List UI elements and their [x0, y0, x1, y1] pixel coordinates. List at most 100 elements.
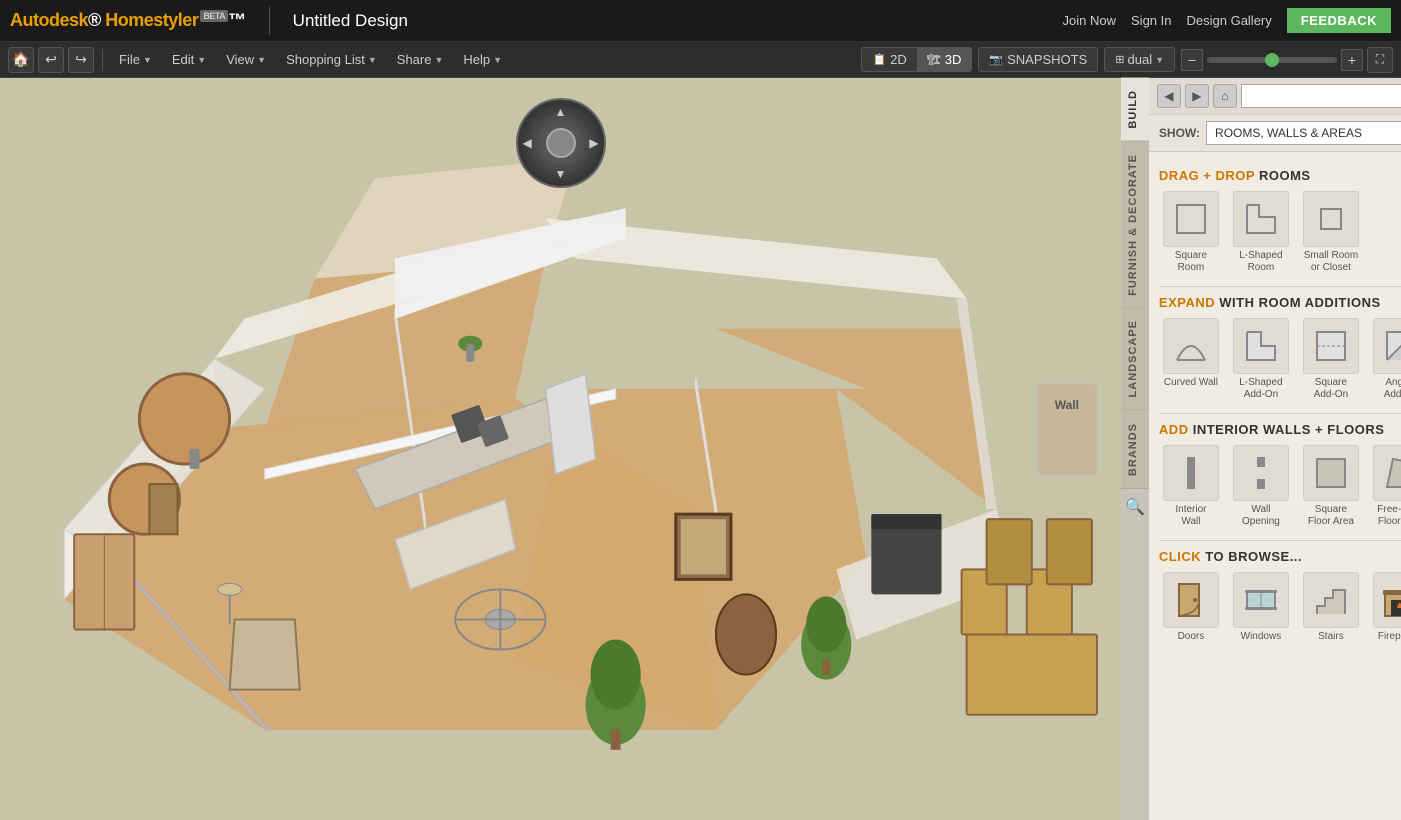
tab-landscape[interactable]: LANDSCAPE — [1121, 308, 1149, 410]
show-label: SHOW: — [1159, 126, 1200, 140]
toolbar-center: 📋 2D 🏗 3D 📷 SNAPSHOTS ⊞ dual ▼ — [861, 47, 1175, 72]
autodesk-name: Autodesk — [10, 10, 88, 30]
homestyler-name: Homestyler — [105, 10, 198, 30]
tab-build[interactable]: BUILD — [1121, 78, 1149, 142]
show-select[interactable]: ROOMS, WALLS & AREAS ALL WALLS ONLY — [1206, 121, 1401, 145]
nav-ring[interactable]: ▲ ▼ ◀ ▶ — [516, 98, 606, 188]
fireplaces-item[interactable]: Fireplaces — [1369, 572, 1401, 643]
panel-search-input[interactable] — [1241, 84, 1401, 108]
nav-center — [546, 128, 576, 158]
shopping-list-menu[interactable]: Shopping List ▼ — [278, 48, 385, 71]
square-addon-icon — [1303, 318, 1359, 374]
windows-item[interactable]: Windows — [1229, 572, 1293, 643]
logo-area: Autodesk® HomestylerBETA™ Untitled Desig… — [10, 7, 408, 35]
freeform-floor-item[interactable]: Free-FormFloor Area — [1369, 445, 1401, 528]
dual-button[interactable]: ⊞ dual ▼ — [1104, 47, 1175, 72]
tab-furnish[interactable]: FURNISH & DECORATE — [1121, 142, 1149, 309]
interior-wall-item[interactable]: InteriorWall — [1159, 445, 1223, 528]
square-floor-label: SquareFloor Area — [1308, 504, 1354, 528]
view-menu[interactable]: View ▼ — [218, 48, 274, 71]
file-menu[interactable]: File ▼ — [111, 48, 160, 71]
panel-back-button[interactable]: ◀ — [1157, 84, 1181, 108]
zoom-slider[interactable] — [1207, 57, 1337, 63]
freeform-floor-label: Free-FormFloor Area — [1377, 504, 1401, 528]
small-room-item[interactable]: Small Roomor Closet — [1299, 191, 1363, 274]
floor-plan: Wall — [0, 78, 1121, 820]
panel-forward-button[interactable]: ▶ — [1185, 84, 1209, 108]
nav-down-arrow[interactable]: ▼ — [555, 167, 567, 181]
square-floor-item[interactable]: SquareFloor Area — [1299, 445, 1363, 528]
snapshots-button[interactable]: 📷 SNAPSHOTS — [978, 47, 1098, 72]
zoom-out-button[interactable]: − — [1181, 49, 1203, 71]
panel-home-button[interactable]: ⌂ — [1213, 84, 1237, 108]
side-tabs: BUILD FURNISH & DECORATE LANDSCAPE BRAND… — [1121, 78, 1149, 820]
doors-item[interactable]: Doors — [1159, 572, 1223, 643]
l-shaped-room-icon — [1233, 191, 1289, 247]
fireplaces-label: Fireplaces — [1378, 631, 1401, 643]
design-gallery-link[interactable]: Design Gallery — [1187, 13, 1272, 28]
navigation-control[interactable]: ▲ ▼ ◀ ▶ — [516, 98, 606, 188]
small-room-label: Small Roomor Closet — [1304, 250, 1358, 274]
panel-body: DRAG + DROP ROOMS SquareRoom — [1149, 152, 1401, 820]
nav-up-arrow[interactable]: ▲ — [555, 105, 567, 119]
logo-text: Autodesk® HomestylerBETA™ — [10, 10, 246, 31]
help-menu[interactable]: Help ▼ — [455, 48, 510, 71]
search-tab[interactable]: 🔍 — [1121, 489, 1149, 525]
sign-in-link[interactable]: Sign In — [1131, 13, 1171, 28]
fullscreen-button[interactable]: ⛶ — [1367, 47, 1393, 73]
top-right-nav: Join Now Sign In Design Gallery FEEDBACK — [1063, 8, 1391, 33]
l-shaped-room-item[interactable]: L-ShapedRoom — [1229, 191, 1293, 274]
curved-wall-item[interactable]: Curved Wall — [1159, 318, 1223, 401]
top-navigation: Autodesk® HomestylerBETA™ Untitled Desig… — [0, 0, 1401, 42]
curved-wall-label: Curved Wall — [1164, 377, 1218, 389]
angled-addon-item[interactable]: AngledAdd-On — [1369, 318, 1401, 401]
l-shaped-addon-item[interactable]: L-ShapedAdd-On — [1229, 318, 1293, 401]
logo-divider — [269, 7, 270, 35]
home-button[interactable]: 🏠 — [8, 47, 34, 73]
share-menu[interactable]: Share ▼ — [389, 48, 452, 71]
wall-opening-item[interactable]: WallOpening — [1229, 445, 1293, 528]
walls-header: ADD INTERIOR WALLS + FLOORS — [1159, 422, 1401, 437]
redo-button[interactable]: ↪ — [68, 47, 94, 73]
square-room-item[interactable]: SquareRoom — [1159, 191, 1223, 274]
main-content: ▲ ▼ ◀ ▶ — [0, 78, 1401, 820]
l-shaped-addon-label: L-ShapedAdd-On — [1239, 377, 1282, 401]
stairs-label: Stairs — [1318, 631, 1344, 643]
join-now-link[interactable]: Join Now — [1063, 13, 1116, 28]
l-shaped-addon-icon — [1233, 318, 1289, 374]
view-toggle: 📋 2D 🏗 3D — [861, 47, 972, 72]
curved-wall-icon — [1163, 318, 1219, 374]
view-2d-button[interactable]: 📋 2D — [862, 48, 916, 71]
wall-label: Wall — [1037, 384, 1097, 474]
stairs-item[interactable]: Stairs — [1299, 572, 1363, 643]
doors-label: Doors — [1178, 631, 1205, 643]
angled-addon-icon — [1373, 318, 1401, 374]
edit-menu[interactable]: Edit ▼ — [164, 48, 214, 71]
square-addon-item[interactable]: SquareAdd-On — [1299, 318, 1363, 401]
nav-right-arrow[interactable]: ▶ — [589, 136, 598, 150]
wall-opening-label: WallOpening — [1242, 504, 1280, 528]
panel-nav: ◀ ▶ ⌂ 🔍 — [1149, 78, 1401, 115]
square-room-label: SquareRoom — [1175, 250, 1207, 274]
feedback-button[interactable]: FEEDBACK — [1287, 8, 1391, 33]
toolbar-left: 🏠 ↩ ↪ File ▼ Edit ▼ View ▼ Shopping List… — [8, 47, 510, 73]
tab-brands[interactable]: BRANDS — [1121, 411, 1149, 489]
windows-icon — [1233, 572, 1289, 628]
right-panel: BUILD FURNISH & DECORATE LANDSCAPE BRAND… — [1121, 78, 1401, 820]
divider-1 — [1159, 286, 1401, 287]
small-room-icon — [1303, 191, 1359, 247]
l-shaped-room-label: L-ShapedRoom — [1239, 250, 1282, 274]
square-addon-label: SquareAdd-On — [1314, 377, 1348, 401]
design-title[interactable]: Untitled Design — [293, 11, 408, 31]
undo-button[interactable]: ↩ — [38, 47, 64, 73]
drag-drop-header: DRAG + DROP ROOMS — [1159, 168, 1401, 183]
canvas-area[interactable]: ▲ ▼ ◀ ▶ — [0, 78, 1121, 820]
browse-header: CLICK TO BROWSE... — [1159, 549, 1401, 564]
divider-2 — [1159, 413, 1401, 414]
nav-left-arrow[interactable]: ◀ — [523, 136, 532, 150]
toolbar-right: − + ⛶ — [1181, 47, 1393, 73]
view-3d-button[interactable]: 🏗 3D — [917, 48, 972, 71]
toolbar: 🏠 ↩ ↪ File ▼ Edit ▼ View ▼ Shopping List… — [0, 42, 1401, 78]
fireplaces-icon — [1373, 572, 1401, 628]
zoom-in-button[interactable]: + — [1341, 49, 1363, 71]
